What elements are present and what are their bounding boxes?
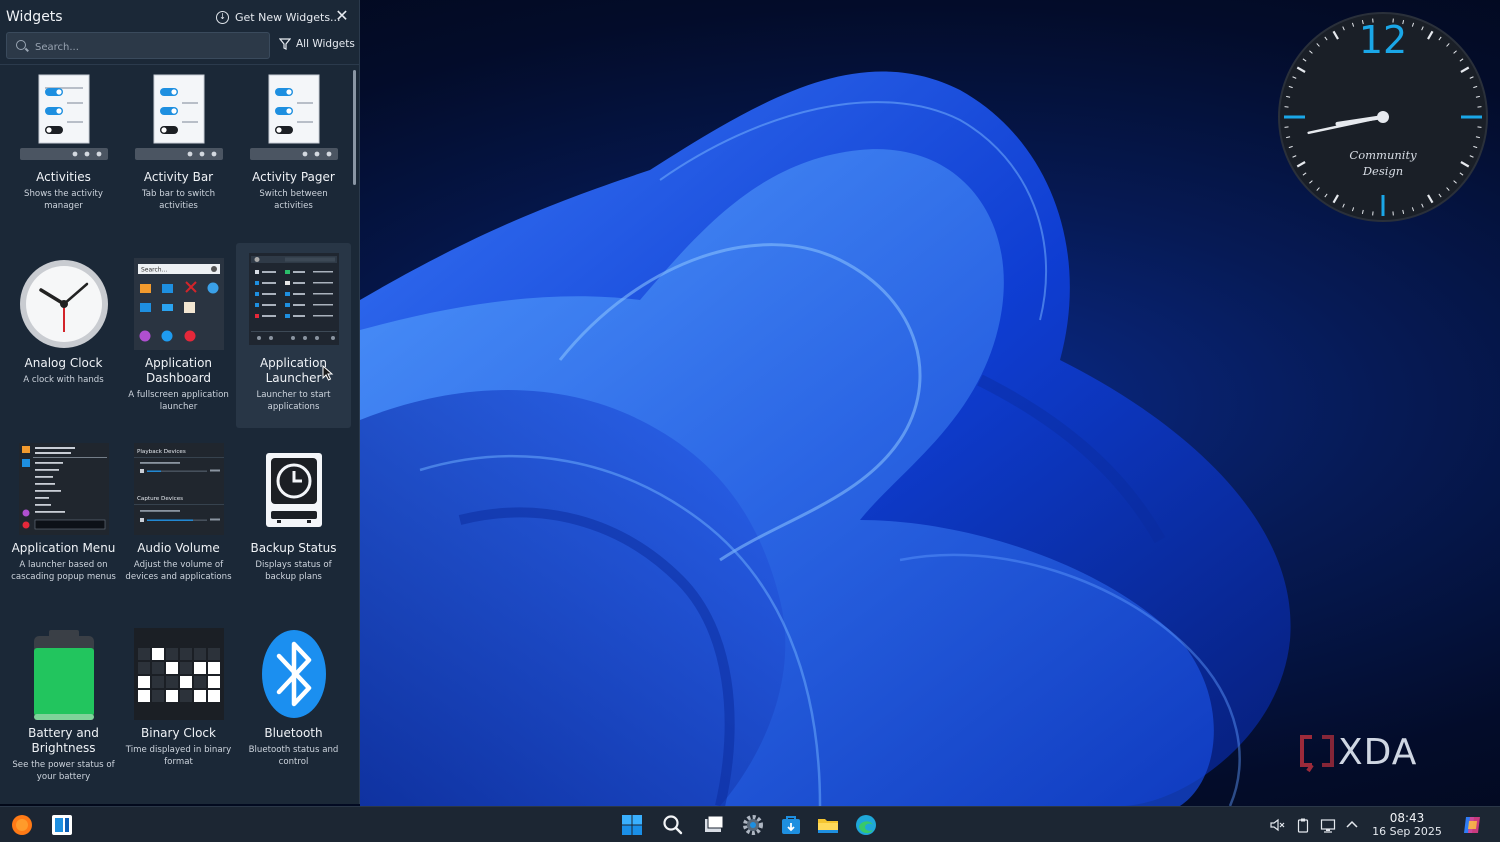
widget-desc: See the power status of your battery	[12, 760, 115, 782]
widget-name: Battery and Brightness	[28, 726, 99, 755]
taskbar-date[interactable]: 16 Sep 2025	[1368, 825, 1446, 839]
dashboard-search-text: Search...	[141, 267, 167, 274]
windows-panel-icon[interactable]	[50, 813, 74, 837]
settings-gear-icon[interactable]	[741, 813, 765, 837]
all-widgets-label: All Widgets	[296, 38, 355, 50]
widget-name: Bluetooth	[264, 726, 323, 740]
mouse-cursor-icon	[322, 365, 334, 381]
taskbar-time[interactable]: 08:43	[1373, 811, 1441, 825]
widget-desc: A fullscreen application launcher	[128, 390, 229, 412]
copilot-icon[interactable]	[1460, 813, 1484, 837]
bluetooth-icon	[262, 630, 326, 718]
toggles-icon	[135, 74, 223, 160]
filter-icon	[279, 38, 291, 50]
audio-preview: Playback Devices Capture Devices	[134, 443, 224, 535]
launcher-preview	[249, 253, 339, 345]
clock-face: 12 Community Design	[1278, 12, 1488, 222]
task-view-icon[interactable]	[702, 813, 726, 837]
widget-tile-activities[interactable]: Activities Shows the activity manager	[6, 68, 121, 253]
clock-twelve-numeral: 12	[1359, 18, 1407, 62]
binary-clock-icon	[134, 628, 224, 720]
close-icon[interactable]: ✕	[334, 8, 350, 24]
widget-name: Application Dashboard	[144, 356, 213, 385]
dashboard-preview: Search...	[134, 258, 224, 350]
widget-tile-binary-clock[interactable]: Binary Clock Time displayed in binary fo…	[121, 624, 236, 804]
widget-name: Activity Pager	[252, 170, 335, 184]
taskbar: 08:43 16 Sep 2025	[0, 806, 1500, 842]
widget-tile-activity-pager[interactable]: Activity Pager Switch between activities	[236, 68, 351, 253]
widget-desc: A clock with hands	[23, 375, 104, 385]
clock-label-design: Design	[1362, 164, 1403, 178]
audio-playback-heading: Playback Devices	[137, 449, 186, 455]
firefox-icon[interactable]	[10, 813, 34, 837]
toggles-icon	[250, 74, 338, 160]
widget-desc: Tab bar to switch activities	[141, 189, 216, 211]
panel-divider	[0, 64, 359, 65]
widget-name: Backup Status	[250, 541, 337, 555]
widget-desc: Launcher to start applications	[256, 390, 331, 412]
widget-name: Activity Bar	[143, 170, 214, 184]
analog-clock-icon	[20, 260, 108, 348]
widget-tile-application-launcher[interactable]: Application Launcher Launcher to start a…	[236, 243, 351, 428]
clipboard-icon[interactable]	[1295, 817, 1311, 833]
widget-desc: Displays status of backup plans	[255, 560, 332, 582]
all-widgets-filter[interactable]: All Widgets	[279, 38, 355, 50]
search-icon	[16, 40, 26, 50]
widgets-panel: Widgets ↓ Get New Widgets... ✕ All Widge…	[0, 0, 360, 804]
clock-label-community: Community	[1349, 148, 1417, 162]
backup-icon	[266, 453, 322, 527]
widget-name: Audio Volume	[137, 541, 220, 555]
file-explorer-icon[interactable]	[816, 813, 840, 837]
volume-muted-icon[interactable]	[1269, 817, 1285, 833]
widget-desc: A launcher based on cascading popup menu…	[11, 560, 116, 582]
widget-desc: Bluetooth status and control	[248, 745, 339, 767]
widget-name: Application Menu	[11, 541, 116, 555]
widget-name: Activities	[36, 170, 91, 184]
widget-tile-backup-status[interactable]: Backup Status Displays status of backup …	[236, 439, 351, 624]
start-menu-icon[interactable]	[620, 813, 644, 837]
xda-watermark: XDA	[1298, 733, 1438, 778]
widget-tile-application-dashboard[interactable]: Search... Application Dashboard A fullsc…	[121, 254, 236, 439]
widget-tile-activity-bar[interactable]: Activity Bar Tab bar to switch activitie…	[121, 68, 236, 253]
widget-desc: Time displayed in binary format	[125, 745, 232, 767]
search-icon[interactable]	[661, 813, 685, 837]
widget-tile-analog-clock[interactable]: Analog Clock A clock with hands	[6, 254, 121, 439]
widget-name: Analog Clock	[24, 356, 103, 370]
xda-text: XDA	[1338, 732, 1418, 773]
widget-desc: Shows the activity manager	[24, 189, 103, 211]
widget-name: Binary Clock	[141, 726, 216, 740]
toggles-icon	[20, 74, 108, 160]
get-new-widgets-button[interactable]: ↓ Get New Widgets...	[216, 8, 341, 26]
chevron-up-icon[interactable]	[1344, 817, 1360, 833]
edge-browser-icon[interactable]	[854, 813, 878, 837]
widget-tile-bluetooth[interactable]: Bluetooth Bluetooth status and control	[236, 624, 351, 804]
download-icon: ↓	[216, 10, 229, 24]
network-icon[interactable]	[1320, 817, 1336, 833]
widget-tile-audio-volume[interactable]: Playback Devices Capture Devices Audio V…	[121, 439, 236, 624]
search-field[interactable]	[6, 32, 270, 59]
discover-store-icon[interactable]	[779, 813, 803, 837]
clock-center-pin	[1377, 111, 1389, 123]
desktop-clock-widget[interactable]: 12 Community Design	[1277, 11, 1489, 223]
menu-preview	[19, 443, 109, 535]
battery-icon	[34, 630, 94, 720]
widget-desc: Switch between activities	[259, 189, 328, 211]
widget-tile-battery-and-brightness[interactable]: Battery and Brightness See the power sta…	[6, 624, 121, 804]
panel-scrollbar[interactable]	[353, 70, 356, 185]
get-new-widgets-label: Get New Widgets...	[235, 10, 341, 24]
search-input[interactable]	[33, 38, 267, 56]
panel-title: Widgets	[6, 9, 63, 25]
audio-capture-heading: Capture Devices	[137, 496, 183, 502]
xda-bracket-logo	[1300, 735, 1334, 773]
widget-tile-application-menu[interactable]: Application Menu A launcher based on cas…	[6, 439, 121, 624]
widget-desc: Adjust the volume of devices and applica…	[125, 560, 232, 582]
